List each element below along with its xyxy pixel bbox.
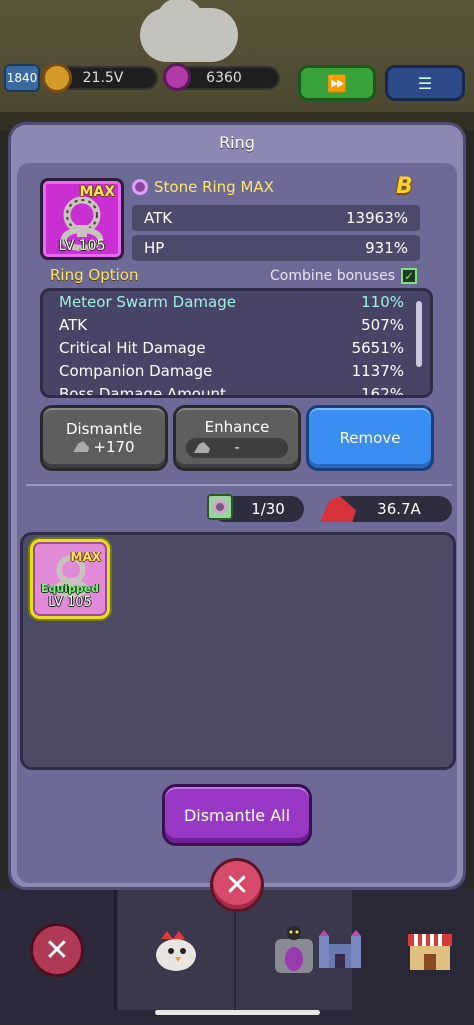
gold-value: 21.5V	[82, 70, 124, 86]
menu-button[interactable]: ☰	[385, 65, 465, 101]
stat-label: ATK	[144, 209, 173, 227]
checkbox-checked-icon[interactable]: ✓	[401, 268, 418, 284]
option-value: 1137%	[351, 362, 404, 380]
option-value: 507%	[361, 316, 404, 334]
stat-label: HP	[144, 239, 165, 257]
option-value: 110%	[361, 293, 404, 311]
combine-bonuses-toggle[interactable]: Combine bonuses ✓	[270, 268, 418, 284]
slot-level: LV 105	[48, 595, 92, 610]
enhance-cost: -	[234, 440, 240, 456]
remove-button[interactable]: Remove	[306, 405, 434, 471]
stat-value: 931%	[365, 239, 408, 257]
gem-icon	[163, 63, 191, 91]
stat-value: 13963%	[346, 209, 408, 227]
gem-value: 6360	[206, 70, 242, 86]
home-indicator	[155, 1010, 320, 1015]
tab-shop[interactable]	[390, 890, 470, 1010]
max-badge: MAX	[70, 550, 101, 564]
option-scrollbar[interactable]	[416, 301, 422, 367]
remove-label: Remove	[339, 429, 401, 447]
max-badge: MAX	[79, 184, 115, 200]
gold-coin-icon	[42, 63, 72, 93]
equipped-label: Equipped	[40, 582, 100, 595]
cloud-decoration	[140, 0, 238, 62]
list-icon: ☰	[417, 73, 433, 93]
option-label: Critical Hit Damage	[59, 339, 206, 357]
option-value: 162%	[361, 385, 404, 398]
option-label: ATK	[59, 316, 88, 334]
option-label: Meteor Swarm Damage	[59, 293, 236, 311]
tab-close[interactable]: ✕	[0, 890, 116, 1010]
tab-castle[interactable]	[300, 890, 380, 1010]
ring-option-list[interactable]: Meteor Swarm Damage 110% ATK 507% Critic…	[40, 288, 433, 398]
stone-icon	[194, 442, 210, 453]
fast-forward-icon: ⏩	[327, 73, 347, 93]
dismantle-all-label: Dismantle All	[183, 805, 291, 825]
item-name: Stone Ring MAX	[154, 178, 274, 196]
ring-small-icon	[132, 179, 148, 195]
dismantle-label: Dismantle	[65, 420, 143, 438]
ring-slot-icon	[207, 494, 233, 520]
stat-row-hp: HP 931%	[132, 235, 420, 261]
item-title: Stone Ring MAX	[132, 178, 274, 196]
combine-label: Combine bonuses	[270, 268, 396, 284]
castle-icon	[319, 930, 361, 968]
list-item: Critical Hit Damage 5651%	[59, 339, 404, 357]
item-level: LV 105	[58, 238, 106, 254]
dismantle-reward: +170	[73, 438, 135, 456]
chicken-icon	[156, 931, 196, 971]
list-item: ATK 507%	[59, 316, 404, 334]
option-label: Companion Damage	[59, 362, 213, 380]
dismantle-button[interactable]: Dismantle +170	[40, 405, 168, 471]
ring-option-header: Ring Option	[50, 266, 139, 284]
shop-icon	[408, 934, 452, 970]
list-item: Boss Damage Amount 162%	[59, 385, 404, 398]
dismantle-all-button[interactable]: Dismantle All	[162, 784, 312, 846]
close-icon: ✕	[224, 867, 250, 903]
option-label: Boss Damage Amount	[59, 385, 226, 398]
item-icon: MAX LV 105	[40, 178, 124, 260]
ring-count-value: 1/30	[251, 500, 285, 518]
option-value: 5651%	[351, 339, 404, 357]
material-value: 36.7A	[377, 500, 421, 518]
dismantle-reward-value: +170	[93, 438, 135, 456]
list-item: Meteor Swarm Damage 110%	[59, 293, 404, 311]
enhance-label: Enhance	[204, 418, 270, 436]
panel-title: Ring	[219, 133, 255, 152]
tab-chicken[interactable]	[118, 890, 234, 1010]
enhance-button[interactable]: Enhance -	[173, 405, 301, 471]
fast-forward-button[interactable]: ⏩	[298, 65, 376, 101]
player-level-badge: 1840	[4, 64, 40, 92]
close-panel-button[interactable]: ✕	[210, 858, 264, 912]
grade-badge: B	[396, 174, 413, 199]
enhance-cost-bar: -	[186, 438, 288, 458]
stat-row-atk: ATK 13963%	[132, 205, 420, 231]
stone-icon	[73, 441, 90, 452]
close-icon: ✕	[30, 923, 84, 977]
divider	[26, 484, 452, 486]
inventory-slot[interactable]: MAX Equipped LV 105	[30, 539, 110, 619]
list-item: Companion Damage 1137%	[59, 362, 404, 380]
